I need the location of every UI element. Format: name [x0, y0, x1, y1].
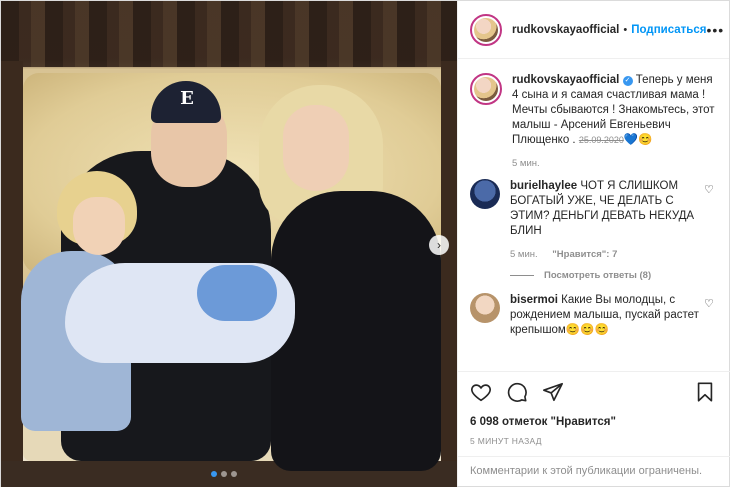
header-username[interactable]: rudkovskayaofficial: [512, 24, 619, 36]
comment-username[interactable]: burielhaylee: [510, 180, 577, 192]
share-plane-icon[interactable]: [542, 381, 566, 405]
caption-time[interactable]: 5 мин.: [512, 158, 540, 169]
post-time-ago[interactable]: 5 МИНУТ НАЗАД: [470, 436, 718, 446]
replies-label: Посмотреть ответы (8): [544, 270, 652, 281]
avatar-image: [474, 77, 498, 101]
caption-username[interactable]: rudkovskayaofficial: [512, 74, 619, 86]
comment-meta: 5 мин. "Нравится": 7: [510, 249, 704, 260]
boy-face: [73, 197, 125, 255]
carousel-dot: [211, 471, 217, 477]
post-header: rudkovskayaofficial • Подписаться •••: [458, 1, 729, 59]
caption-meta: 5 мин.: [512, 158, 718, 169]
post-side-panel: rudkovskayaofficial • Подписаться ••• ru…: [457, 1, 730, 486]
avatar[interactable]: [470, 73, 502, 105]
caption-body: rudkovskayaofficial ✓ Теперь у меня 4 сы…: [512, 73, 718, 169]
bookmark-icon[interactable]: [694, 381, 718, 405]
wood-frame-left: [1, 61, 23, 487]
heart-outline-icon[interactable]: ♡: [704, 297, 718, 338]
action-bar: [470, 380, 718, 406]
woman-face: [283, 105, 349, 191]
comment: burielhaylee ЧОТ Я СЛИШКОМ БОГАТЫЙ УЖЕ, …: [470, 179, 718, 260]
woman-figure: [271, 191, 441, 471]
replies-line: [510, 275, 534, 276]
verified-badge-icon: ✓: [622, 76, 633, 86]
caption-date: 25.09.2020: [578, 135, 624, 145]
comment-time[interactable]: 5 мин.: [510, 249, 538, 260]
caption-emoji: 💙😊: [623, 134, 653, 146]
avatar[interactable]: [470, 179, 500, 209]
carousel-dots: [211, 471, 237, 477]
cap-logo: E: [180, 88, 194, 109]
carousel-dot: [231, 471, 237, 477]
more-horizontal-icon[interactable]: •••: [706, 22, 724, 38]
baby-hat: [197, 265, 277, 321]
avatar-image: [474, 17, 498, 42]
heart-outline-icon[interactable]: ♡: [704, 183, 718, 260]
caption: rudkovskayaofficial ✓ Теперь у меня 4 сы…: [470, 73, 718, 169]
comment-username[interactable]: bisermoi: [510, 294, 558, 306]
avatar[interactable]: [470, 13, 502, 46]
comment-text-block: bisermoi Какие Вы молодцы, с рождением м…: [510, 293, 704, 338]
follow-button[interactable]: Подписаться: [631, 24, 706, 36]
avatar[interactable]: [470, 293, 500, 323]
instagram-post: E › rudkovskayaofficial • Подписаться ••…: [0, 0, 730, 487]
carousel-next-icon[interactable]: ›: [429, 235, 449, 255]
post-photo[interactable]: E ›: [1, 1, 457, 487]
comments-closed-notice: Комментарии к этой публикации ограничены…: [458, 456, 730, 486]
separator-dot: •: [623, 23, 628, 36]
comment: bisermoi Какие Вы молодцы, с рождением м…: [470, 293, 718, 338]
comments-list: rudkovskayaofficial ✓ Теперь у меня 4 сы…: [458, 59, 730, 371]
comment-likes[interactable]: "Нравится": 7: [552, 249, 617, 260]
caption-text-block: rudkovskayaofficial ✓ Теперь у меня 4 сы…: [512, 73, 718, 148]
wood-panel: [1, 1, 457, 67]
comment-body: burielhaylee ЧОТ Я СЛИШКОМ БОГАТЫЙ УЖЕ, …: [510, 179, 704, 260]
comment-emoji: 😊😊😊: [565, 324, 609, 336]
carousel-dot: [221, 471, 227, 477]
likes-count[interactable]: 6 098 отметок "Нравится": [470, 416, 718, 428]
post-actions: 6 098 отметок "Нравится" 5 МИНУТ НАЗАД: [458, 371, 730, 446]
wood-frame-right: [441, 61, 457, 487]
comment-bubble-icon[interactable]: [506, 381, 530, 405]
like-heart-icon[interactable]: [470, 381, 494, 405]
comment-text-block: burielhaylee ЧОТ Я СЛИШКОМ БОГАТЫЙ УЖЕ, …: [510, 179, 704, 239]
comment-body: bisermoi Какие Вы молодцы, с рождением м…: [510, 293, 704, 338]
view-replies-button[interactable]: Посмотреть ответы (8): [510, 270, 718, 281]
